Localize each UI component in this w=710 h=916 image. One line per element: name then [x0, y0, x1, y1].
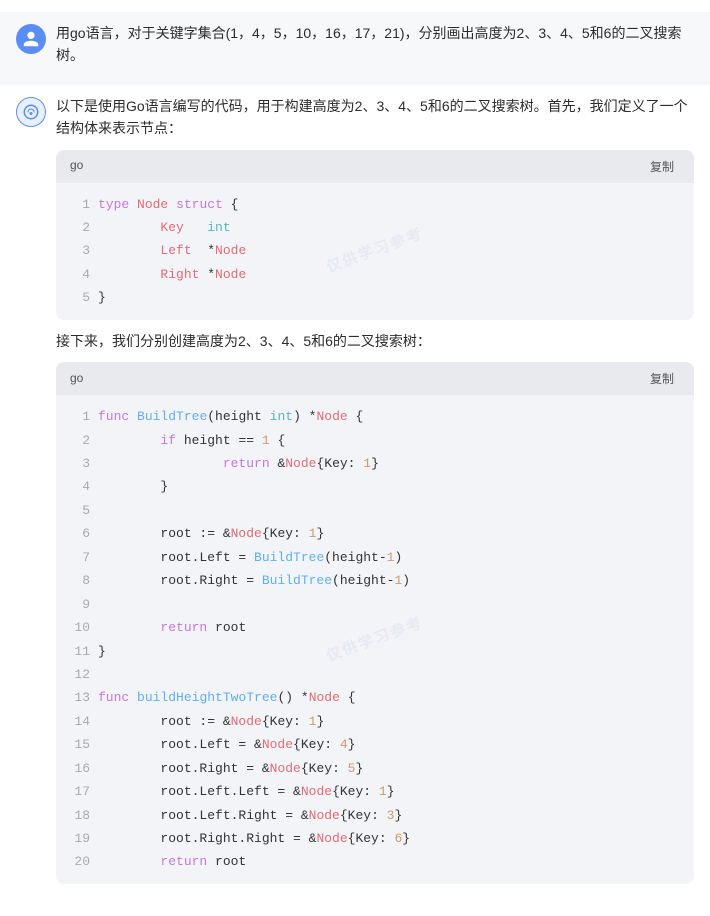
table-row: 10 return root [70, 616, 680, 639]
table-row: 5 [70, 499, 680, 522]
table-row: 2 if height == 1 { [70, 429, 680, 452]
table-row: 1 func BuildTree(height int) *Node { [70, 405, 680, 428]
table-row: 15 root.Left = &Node{Key: 4} [70, 733, 680, 756]
code-table-2: 1 func BuildTree(height int) *Node { 2 i… [70, 405, 680, 874]
table-row: 17 root.Left.Left = &Node{Key: 1} [70, 780, 680, 803]
user-icon [22, 30, 40, 48]
code-body-1: 仅供学习参考 1 type Node struct { 2 Key int 3 [56, 183, 694, 320]
assistant-intro-text: 以下是使用Go语言编写的代码，用于构建高度为2、3、4、5和6的二叉搜索树。首先… [56, 95, 694, 140]
user-message-text: 用go语言，对于关键字集合(1，4，5，10，16，17，21)，分别画出高度为… [56, 22, 694, 67]
table-row: 4 Right *Node [70, 263, 680, 286]
table-row: 11 } [70, 640, 680, 663]
code-block-2-header: go 复制 [56, 362, 694, 395]
table-row: 8 root.Right = BuildTree(height-1) [70, 569, 680, 592]
code-lang-1: go [70, 156, 83, 175]
table-row: 18 root.Left.Right = &Node{Key: 3} [70, 804, 680, 827]
code-table-1: 1 type Node struct { 2 Key int 3 Left *N… [70, 193, 680, 310]
table-row: 12 [70, 663, 680, 686]
code-lang-2: go [70, 369, 83, 388]
copy-button-2[interactable]: 复制 [644, 368, 680, 389]
code-block-1-header: go 复制 [56, 150, 694, 183]
user-avatar [16, 24, 46, 54]
table-row: 4 } [70, 475, 680, 498]
table-row: 19 root.Right.Right = &Node{Key: 6} [70, 827, 680, 850]
code-block-2: go 复制 仅供学习参考 1 func BuildTree(height int… [56, 362, 694, 884]
table-row: 14 root := &Node{Key: 1} [70, 710, 680, 733]
code-block-1: go 复制 仅供学习参考 1 type Node struct { 2 Key … [56, 150, 694, 320]
assistant-message-row: 以下是使用Go语言编写的代码，用于构建高度为2、3、4、5和6的二叉搜索树。首先… [0, 85, 710, 904]
user-message-content: 用go语言，对于关键字集合(1，4，5，10，16，17，21)，分别画出高度为… [56, 22, 694, 75]
table-row: 7 root.Left = BuildTree(height-1) [70, 546, 680, 569]
assistant-icon [22, 103, 40, 121]
copy-button-1[interactable]: 复制 [644, 156, 680, 177]
table-row: 5 } [70, 286, 680, 309]
table-row: 20 return root [70, 850, 680, 873]
assistant-middle-text: 接下来，我们分别创建高度为2、3、4、5和6的二叉搜索树： [56, 330, 694, 352]
user-message-row: 用go语言，对于关键字集合(1，4，5，10，16，17，21)，分别画出高度为… [0, 12, 710, 85]
assistant-avatar [16, 97, 46, 127]
code-body-2: 仅供学习参考 1 func BuildTree(height int) *Nod… [56, 395, 694, 884]
table-row: 3 Left *Node [70, 239, 680, 262]
table-row: 13 func buildHeightTwoTree() *Node { [70, 686, 680, 709]
table-row: 6 root := &Node{Key: 1} [70, 522, 680, 545]
table-row: 2 Key int [70, 216, 680, 239]
table-row: 9 [70, 593, 680, 616]
chat-container: 用go语言，对于关键字集合(1，4，5，10，16，17，21)，分别画出高度为… [0, 0, 710, 916]
table-row: 16 root.Right = &Node{Key: 5} [70, 757, 680, 780]
table-row: 1 type Node struct { [70, 193, 680, 216]
table-row: 3 return &Node{Key: 1} [70, 452, 680, 475]
assistant-message-content: 以下是使用Go语言编写的代码，用于构建高度为2、3、4、5和6的二叉搜索树。首先… [56, 95, 694, 894]
